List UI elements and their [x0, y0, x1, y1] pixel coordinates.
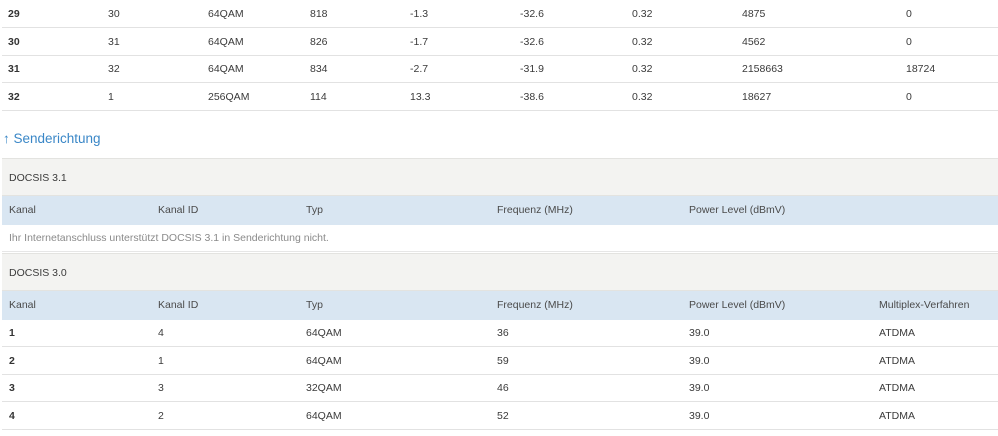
table-cell: 39.0	[689, 409, 710, 422]
table-cell: 4	[158, 327, 164, 339]
channel-number: 1	[9, 327, 15, 339]
table-cell: 32QAM	[306, 382, 342, 394]
table-cell: 0	[906, 90, 912, 103]
channel-number: 32	[8, 90, 20, 103]
table-row: 4 2 64QAM 52 39.0 ATDMA	[2, 403, 998, 430]
channel-number: 30	[8, 35, 20, 48]
docsis30-header: DOCSIS 3.0	[2, 253, 998, 291]
table-cell: 18627	[742, 90, 772, 103]
table-cell: 64QAM	[208, 35, 244, 48]
table-cell: -1.3	[410, 8, 429, 20]
table-cell: 64QAM	[306, 409, 342, 422]
column-header: Typ	[306, 204, 323, 216]
table-cell: 114	[310, 90, 327, 103]
column-header: Power Level (dBmV)	[689, 299, 786, 311]
table-cell: 64QAM	[208, 8, 244, 20]
column-header: Kanal ID	[158, 204, 199, 216]
docsis30-label: DOCSIS 3.0	[9, 267, 67, 279]
table-cell: 2158663	[742, 63, 783, 75]
table-cell: 36	[497, 327, 509, 339]
table-cell: 52	[497, 409, 509, 422]
table-cell: 4562	[742, 35, 766, 48]
docsis31-column-header: Kanal Kanal ID Typ Frequenz (MHz) Power Leve…	[2, 196, 998, 225]
table-row: 1 4 64QAM 36 39.0 ATDMA	[2, 320, 998, 347]
column-header: Multiplex-Verfahren	[879, 299, 970, 311]
table-cell: 256QAM	[208, 90, 250, 103]
table-cell: 59	[497, 354, 509, 367]
table-cell: -2.7	[410, 63, 429, 75]
table-row: 2 1 64QAM 59 39.0 ATDMA	[2, 348, 998, 375]
table-cell: 826	[310, 35, 328, 48]
table-cell: 13.3	[410, 90, 431, 103]
table-cell: 818	[310, 8, 328, 20]
table-cell: ATDMA	[879, 382, 915, 394]
table-cell: 64QAM	[208, 63, 244, 75]
table-cell: -1.7	[410, 35, 429, 48]
column-header: Typ	[306, 299, 323, 311]
table-row: 32 1 256QAM 114 13.3 -38.6 0.32 18627 0	[2, 84, 998, 111]
table-row: 3 3 32QAM 46 39.0 ATDMA	[2, 375, 998, 402]
table-cell: 0.32	[632, 35, 653, 48]
table-row: 29 30 64QAM 818 -1.3 -32.6 0.32 4875 0	[2, 1, 998, 28]
table-cell: 39.0	[689, 382, 710, 394]
table-cell: 834	[310, 63, 328, 75]
table-cell: 4875	[742, 8, 766, 20]
table-row: 30 31 64QAM 826 -1.7 -32.6 0.32 4562 0	[2, 29, 998, 56]
table-cell: 30	[108, 8, 120, 20]
table-cell: 0.32	[632, 8, 653, 20]
table-cell: 0	[906, 35, 912, 48]
table-cell: 64QAM	[306, 327, 342, 339]
table-cell: 31	[108, 35, 120, 48]
table-cell: 3	[158, 382, 164, 394]
column-header: Frequenz (MHz)	[497, 204, 573, 216]
column-header: Frequenz (MHz)	[497, 299, 573, 311]
table-cell: ATDMA	[879, 327, 915, 339]
table-cell: 18724	[906, 63, 936, 75]
table-cell: -32.6	[520, 8, 544, 20]
table-cell: 32	[108, 63, 120, 75]
table-row: 31 32 64QAM 834 -2.7 -31.9 0.32 2158663 18724	[2, 56, 998, 83]
column-header: Power Level (dBmV)	[689, 204, 786, 216]
docsis31-info-text: Ihr Internetanschluss unterstützt DOCSIS…	[9, 232, 329, 244]
table-cell: 1	[158, 354, 164, 367]
table-cell: 0.32	[632, 63, 653, 75]
table-cell: -32.6	[520, 35, 544, 48]
table-cell: 1	[108, 90, 114, 103]
table-cell: 46	[497, 382, 509, 394]
table-cell: 39.0	[689, 327, 710, 339]
channel-number: 31	[8, 63, 20, 75]
channel-number: 4	[9, 409, 15, 422]
column-header: Kanal	[9, 299, 36, 311]
table-cell: 0	[906, 8, 912, 20]
docsis31-header: DOCSIS 3.1	[2, 158, 998, 196]
table-cell: 2	[158, 409, 164, 422]
channel-number: 3	[9, 382, 15, 394]
docsis31-label: DOCSIS 3.1	[9, 172, 67, 184]
upstream-section-title: ↑ Senderichtung	[3, 131, 101, 146]
channel-number: 2	[9, 354, 15, 367]
table-cell: 39.0	[689, 354, 710, 367]
table-cell: ATDMA	[879, 354, 915, 367]
table-cell: -38.6	[520, 90, 544, 103]
docsis30-column-header: Kanal Kanal ID Typ Frequenz (MHz) Power Leve…	[2, 291, 998, 320]
table-cell: 64QAM	[306, 354, 342, 367]
channel-number: 29	[8, 8, 20, 20]
table-cell: -31.9	[520, 63, 544, 75]
column-header: Kanal ID	[158, 299, 199, 311]
table-cell: ATDMA	[879, 409, 915, 422]
column-header: Kanal	[9, 204, 36, 216]
table-cell: 0.32	[632, 90, 653, 103]
docsis31-info-row: Ihr Internetanschluss unterstützt DOCSIS…	[2, 225, 998, 252]
